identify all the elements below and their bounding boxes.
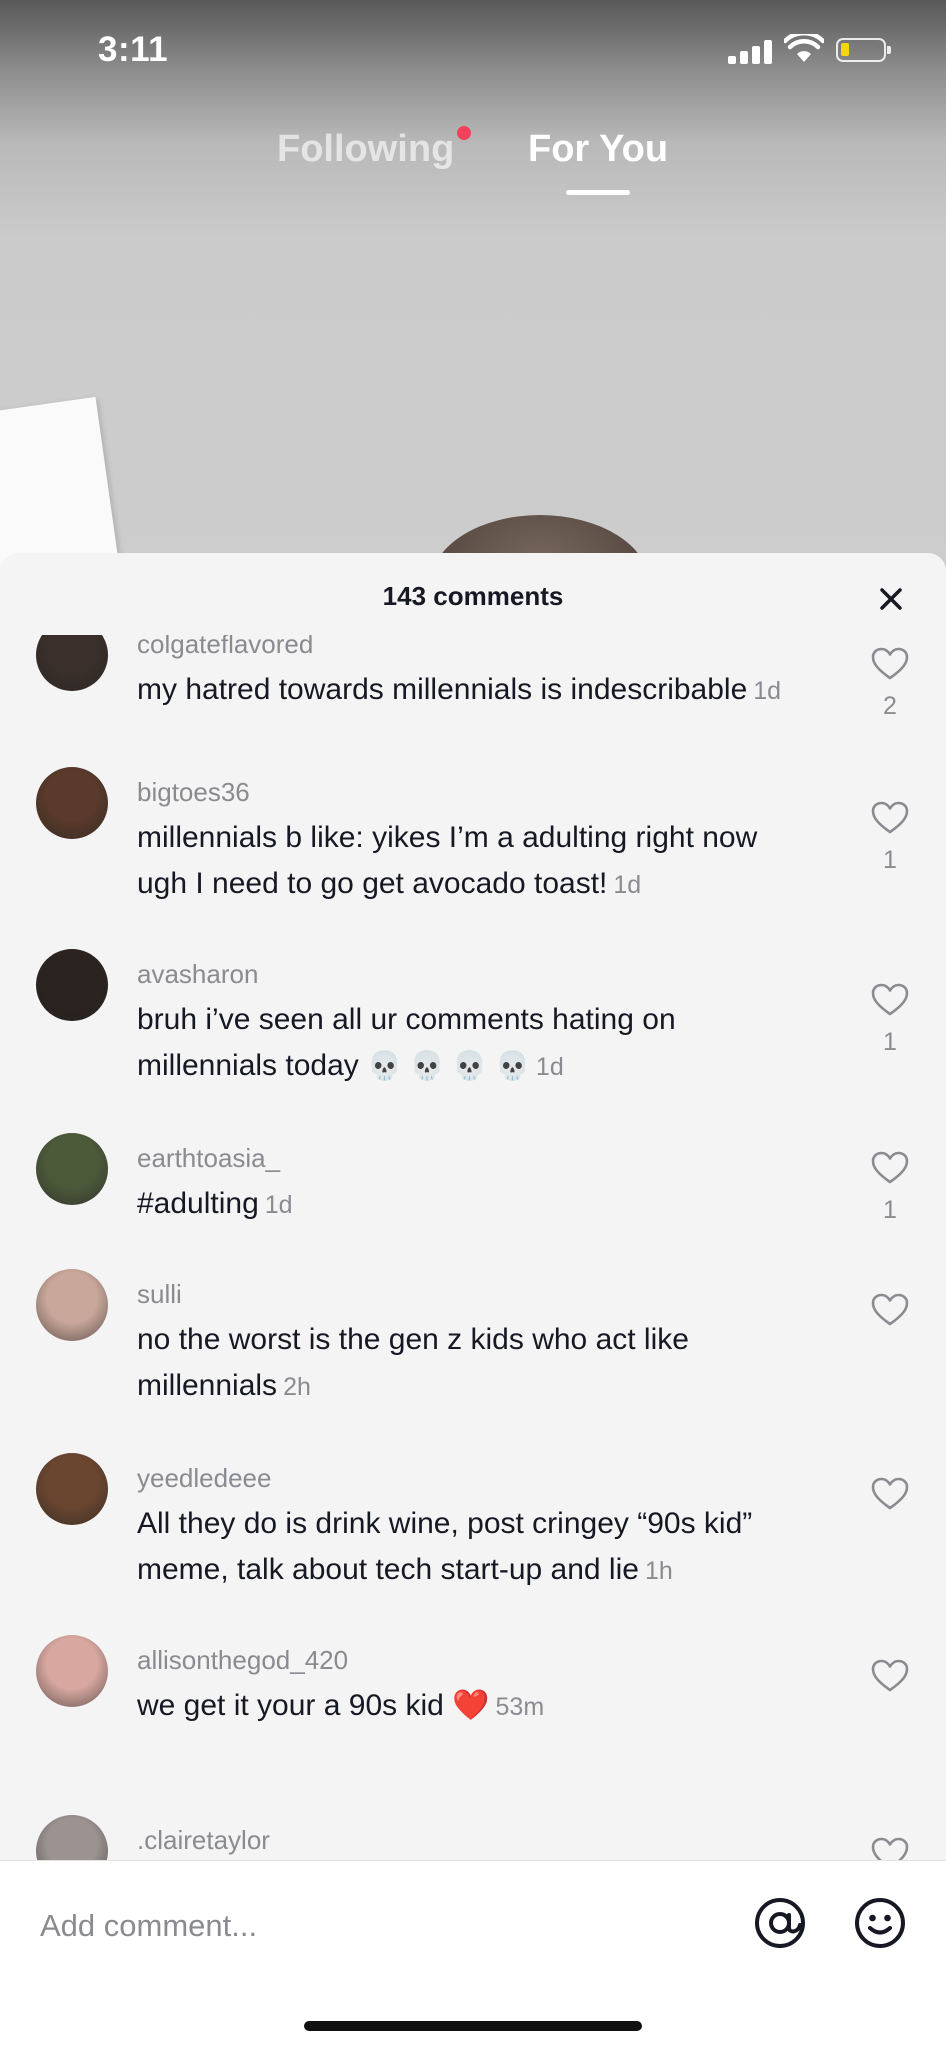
avatar[interactable] <box>36 1635 108 1707</box>
avatar[interactable] <box>36 1269 108 1341</box>
battery-level <box>841 43 849 56</box>
like-button[interactable]: 2 <box>868 647 912 721</box>
skull-emoji-icon: 💀 💀 💀 💀 <box>367 1050 530 1081</box>
comment-time: 1d <box>753 677 782 705</box>
heart-outline-icon <box>871 983 909 1016</box>
comment-body: we get it your a 90s kid <box>137 1689 444 1722</box>
heart-outline-icon <box>871 1659 909 1692</box>
comment-time: 1h <box>644 1557 673 1585</box>
like-count: 1 <box>883 846 897 874</box>
comment-body: #adulting <box>137 1187 259 1220</box>
comment-text: no the worst is the gen z kids who act l… <box>137 1317 797 1410</box>
like-button[interactable]: 1 <box>868 983 912 1057</box>
comment-time: 1d <box>264 1191 293 1219</box>
comment-text: we get it your a 90s kid ❤️ 53m <box>137 1683 797 1730</box>
comment-text: #adulting 1d <box>137 1181 797 1228</box>
like-count: 1 <box>883 1196 897 1224</box>
tab-for-you[interactable]: For You <box>528 128 668 171</box>
comment-text: my hatred towards millennials is indescr… <box>137 667 797 714</box>
comment-count-title: 143 comments <box>382 581 564 611</box>
comment-text: millennials b like: yikes I’m a adulting… <box>137 815 797 908</box>
comment-body: millennials b like: yikes I’m a adulting… <box>137 821 758 900</box>
like-button[interactable]: 1 <box>868 801 912 875</box>
close-icon[interactable] <box>870 578 912 620</box>
comment-body: no the worst is the gen z kids who act l… <box>137 1323 689 1402</box>
like-count: 1 <box>883 1028 897 1056</box>
heart-outline-icon <box>871 1477 909 1510</box>
wifi-icon <box>784 34 824 62</box>
like-count: 2 <box>883 692 897 720</box>
heart-outline-icon <box>871 647 909 680</box>
like-button[interactable] <box>868 1293 912 1338</box>
heart-outline-icon <box>871 1151 909 1184</box>
comments-sheet: 143 comments colgateflavored my hatred t… <box>0 553 946 2048</box>
comment-username[interactable]: allisonthegod_420 <box>137 1645 348 1676</box>
avatar[interactable] <box>36 949 108 1021</box>
comment-username[interactable]: .clairetaylor <box>137 1825 270 1856</box>
comment-text: bruh i’ve seen all ur comments hating on… <box>137 997 797 1090</box>
status-bar: 3:11 <box>0 0 946 100</box>
avatar[interactable] <box>36 635 108 691</box>
at-sign-icon[interactable] <box>754 1897 806 1949</box>
feed-tabs: Following For You <box>0 128 946 198</box>
avatar[interactable] <box>36 1453 108 1525</box>
avatar[interactable] <box>36 1133 108 1205</box>
comment-username[interactable]: earthtoasia_ <box>137 1143 280 1174</box>
battery-icon <box>836 38 891 62</box>
comment-username[interactable]: colgateflavored <box>137 635 313 660</box>
heart-outline-icon <box>871 801 909 834</box>
like-button[interactable] <box>868 1477 912 1522</box>
comment-username[interactable]: bigtoes36 <box>137 777 250 808</box>
like-button[interactable] <box>868 1659 912 1704</box>
comment-time: 1d <box>535 1053 564 1081</box>
comment-time: 2h <box>283 1373 311 1401</box>
comment-username[interactable]: yeedledeee <box>137 1463 271 1494</box>
active-tab-indicator <box>566 190 630 195</box>
comment-input-bar <box>0 1860 946 2049</box>
comment-username[interactable]: sulli <box>137 1279 182 1310</box>
comment-time: 53m <box>495 1693 545 1721</box>
like-button[interactable]: 1 <box>868 1151 912 1225</box>
smiley-icon[interactable] <box>854 1897 906 1949</box>
comment-body: my hatred towards millennials is indescr… <box>137 673 748 706</box>
status-time: 3:11 <box>98 30 169 69</box>
heart-outline-icon <box>871 1293 909 1326</box>
home-indicator[interactable] <box>304 2021 642 2031</box>
avatar[interactable] <box>36 767 108 839</box>
following-notification-dot <box>457 126 471 140</box>
comment-username[interactable]: avasharon <box>137 959 258 990</box>
comments-list[interactable]: colgateflavored my hatred towards millen… <box>0 635 946 1910</box>
tab-following[interactable]: Following <box>277 128 454 171</box>
red-heart-emoji-icon: ❤️ <box>452 1689 490 1722</box>
comment-text: All they do is drink wine, post cringey … <box>137 1501 797 1594</box>
comment-input[interactable] <box>38 1897 642 1955</box>
comment-time: 1d <box>613 871 642 899</box>
comments-header: 143 comments <box>0 553 946 633</box>
cellular-signal-icon <box>728 40 774 64</box>
